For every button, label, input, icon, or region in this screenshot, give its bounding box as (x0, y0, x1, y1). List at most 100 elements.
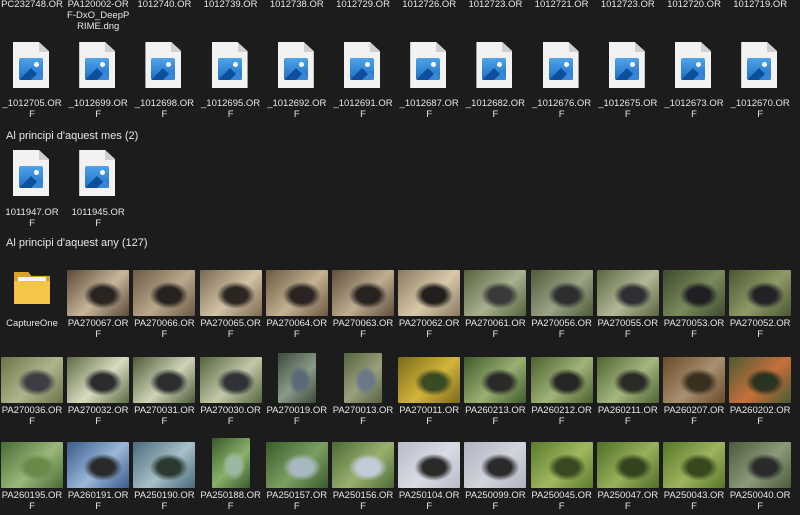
file-name-line2: F (293, 109, 300, 120)
file-name-line1: 1011947.OR (5, 207, 59, 218)
file-name-line1: _1012691.OR (333, 98, 393, 109)
file-name-line2: F (360, 109, 366, 120)
picture-glyph (19, 58, 43, 80)
file-name-line2: F (492, 329, 499, 340)
file-name-line1: CaptureOne (6, 318, 58, 329)
photo-thumbnail (729, 442, 792, 488)
file-name: PA270063.OR F (330, 318, 396, 340)
file-name-line1: 1012738.OR (269, 0, 324, 10)
page-fold (502, 42, 513, 52)
file-name-line2: F (227, 501, 234, 512)
file-name: PA260207.OR F (661, 405, 727, 427)
file-name-line1: 1012720.OR (667, 0, 721, 10)
photo-thumbnail (729, 357, 792, 403)
file-name-line2: F (558, 416, 565, 427)
sun-shape (298, 62, 304, 67)
file-name: 1012726.OR (396, 0, 462, 10)
file-name: _1012698.OR F (131, 98, 197, 120)
file-name: PA270064.OR F (264, 318, 330, 340)
file-name-line2: F (293, 416, 300, 427)
file-name-line1: _1012705.OR (2, 98, 62, 109)
file-name-line1: PA270011.OR (399, 405, 460, 416)
picture-glyph (85, 58, 110, 80)
file-name-line2: F (757, 501, 764, 512)
file-name-line2: F (492, 416, 499, 427)
file-name-line1: _1012675.OR (598, 98, 658, 109)
mountain-shape (360, 72, 374, 80)
file-name-line2: F-DxO_DeepP (67, 10, 130, 21)
file-name: PA250190.OR F (131, 490, 197, 512)
mountain-shape (691, 72, 705, 80)
file-name: PA260212.OR F (529, 405, 595, 427)
file-name: PA250156.OR F (330, 490, 396, 512)
file-name-line1: PA250047.OR (597, 490, 659, 501)
photo-thumbnail (530, 357, 593, 403)
file-name: PA270052.OR F (727, 318, 793, 340)
photo-thumbnail (67, 442, 130, 488)
page-fold (370, 42, 380, 52)
file-name-line2: F (426, 109, 433, 120)
file-name: PA250104.OR F (396, 490, 462, 512)
file-name-line1: PA260195.OR (1, 490, 63, 501)
file-name: 1011947.OR F (0, 207, 65, 229)
mountain-shape (29, 180, 43, 188)
file-name-line2: F (360, 501, 366, 512)
file-name-line2: F (492, 109, 499, 120)
group-header-this-year[interactable]: Al principi d'aquest any (127) (6, 237, 148, 249)
file-name-line2: F (227, 329, 234, 340)
file-name-line1: PA270064.OR (266, 318, 328, 329)
file-name-line1: PA270063.OR (332, 318, 394, 329)
file-name: PA250047.OR F (595, 490, 661, 512)
photo-thumbnail (211, 438, 250, 488)
file-name-line1: PA260202.OR (729, 405, 791, 416)
file-name-line1: 1011945.OR (71, 207, 125, 218)
file-name-line2: F (293, 501, 300, 512)
file-name: CaptureOne (0, 318, 65, 329)
file-name-line2: F (426, 416, 433, 427)
file-name-line1: PA260207.OR (663, 405, 725, 416)
file-name: PA270036.OR F (0, 405, 65, 427)
image-file-icon (277, 42, 314, 88)
file-name-line1: _1012699.OR (68, 98, 128, 109)
file-name-line1: PA250156.OR (332, 490, 394, 501)
page-fold (105, 42, 116, 52)
file-name-line1: PA260191.OR (67, 490, 129, 501)
file-name-line2: F (492, 501, 499, 512)
picture-glyph (217, 58, 242, 80)
file-name-line1: PA270053.OR (663, 318, 725, 329)
file-name-line1: 1012739.OR (203, 0, 258, 10)
mountain-shape (624, 72, 639, 80)
file-name-line2: F (95, 109, 102, 120)
file-name-line2: F (624, 109, 631, 120)
file-name: 1012723.OR (462, 0, 528, 10)
page-fold (105, 150, 116, 160)
image-file-icon (145, 42, 182, 88)
page-fold (39, 150, 49, 160)
file-name: PA270053.OR F (661, 318, 727, 340)
photo-thumbnail (663, 442, 725, 488)
file-name-line1: PA260212.OR (531, 405, 592, 416)
group-header-this-month[interactable]: Al principi d'aquest mes (2) (6, 130, 138, 142)
file-name-line2: F (558, 109, 565, 120)
file-name-line2: F (29, 109, 35, 120)
file-name: PA270030.OR F (198, 405, 264, 427)
picture-glyph (614, 58, 639, 80)
file-name: PA270065.OR F (198, 318, 264, 340)
sun-shape (34, 170, 39, 175)
file-name-line1: PA250043.OR (663, 490, 725, 501)
file-name-line2: F (624, 416, 631, 427)
photo-thumbnail (729, 270, 792, 316)
file-name: 1012723.OR (595, 0, 661, 10)
file-name: PA260211.OR F (595, 405, 661, 427)
file-name-line1: _1012698.OR (134, 98, 194, 109)
file-name-line1: 1012723.OR (468, 0, 523, 10)
file-name-line1: PA250157.OR (266, 490, 328, 501)
file-name-line2: F (757, 416, 764, 427)
picture-glyph (283, 58, 308, 80)
file-name: PA120002-OR F-DxO_DeepP RIME.dng (65, 0, 131, 32)
file-name: PA270011.OR F (396, 405, 462, 427)
file-name-line1: PA270055.OR (597, 318, 659, 329)
file-name-line1: 1012726.OR (402, 0, 457, 10)
file-name-line2: F (691, 329, 697, 340)
file-name-line2: F (757, 109, 764, 120)
